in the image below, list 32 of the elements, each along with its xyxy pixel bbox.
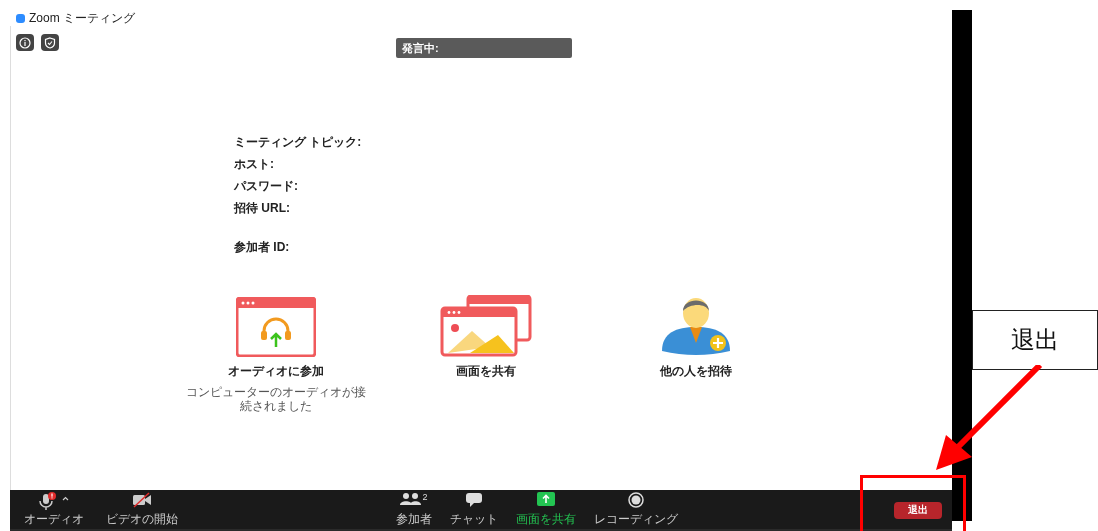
action-label[interactable]: 他の人を招待 bbox=[660, 363, 732, 380]
toolbar-button[interactable]: オーディオ bbox=[20, 491, 88, 528]
info-label: ミーティング トピック: bbox=[234, 134, 363, 150]
toolbar-button[interactable]: ビデオの開始 bbox=[102, 491, 182, 528]
toolbar-button[interactable]: レコーディング bbox=[590, 491, 682, 528]
video-off-icon bbox=[132, 491, 152, 511]
info-label: ホスト: bbox=[234, 156, 275, 172]
leave-button[interactable]: 退出 bbox=[894, 502, 943, 519]
toolbar-button[interactable]: 画面を共有 bbox=[512, 491, 580, 528]
callout-label: 退出 bbox=[972, 310, 1098, 370]
info-label: パスワード: bbox=[234, 178, 299, 194]
status-note: コンピューターのオーディオが接続されました bbox=[186, 385, 366, 413]
active-speaker-label: 発言中: bbox=[396, 38, 572, 58]
toolbar-label: 参加者 bbox=[396, 510, 432, 528]
participant-count: 2 bbox=[422, 491, 428, 502]
microphone-icon bbox=[37, 491, 71, 513]
window-title: Zoom ミーティング bbox=[29, 9, 135, 27]
action-label[interactable]: 画面を共有 bbox=[456, 363, 516, 380]
info-icon[interactable] bbox=[16, 34, 34, 51]
toolbar-label: レコーディング bbox=[594, 510, 678, 528]
toolbar-label: オーディオ bbox=[24, 510, 84, 528]
record-icon bbox=[628, 491, 644, 511]
toolbar-label: チャット bbox=[450, 510, 498, 528]
toolbar-button[interactable]: 2 参加者 bbox=[392, 491, 436, 528]
toolbar-label: 画面を共有 bbox=[516, 510, 576, 528]
picture-windows-icon[interactable] bbox=[440, 293, 532, 357]
info-label: 参加者 ID: bbox=[234, 239, 291, 255]
toolbar-button[interactable]: チャット bbox=[446, 491, 502, 528]
toolbar-label: ビデオの開始 bbox=[106, 510, 178, 528]
info-label: 招待 URL: bbox=[234, 200, 291, 216]
shield-icon[interactable] bbox=[41, 34, 59, 51]
action-label[interactable]: オーディオに参加 bbox=[228, 363, 324, 380]
